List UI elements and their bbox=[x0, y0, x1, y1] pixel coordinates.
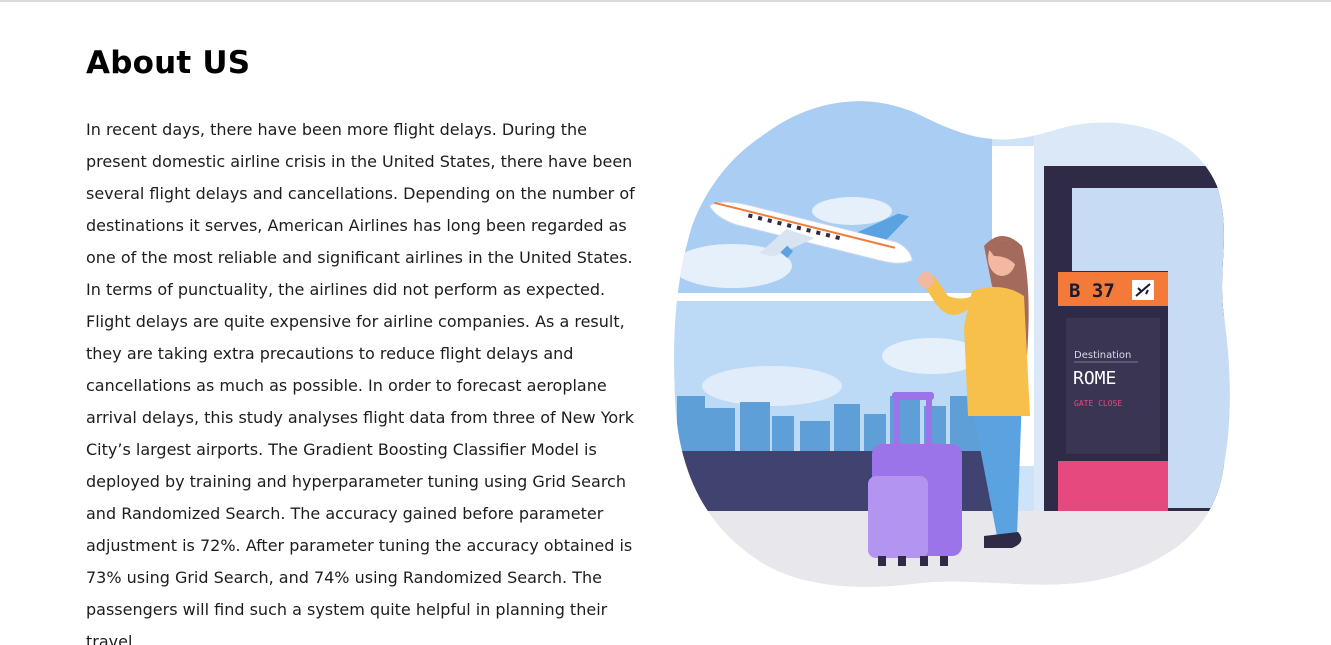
cloud bbox=[812, 197, 892, 225]
gate-label: B 37 bbox=[1069, 280, 1115, 302]
airport-illustration-svg: B 37 Destination ROME GATE CLOSE bbox=[674, 101, 1230, 587]
about-title: About US bbox=[86, 45, 251, 81]
about-section: About US In recent days, there have been… bbox=[86, 44, 646, 645]
cloud bbox=[702, 366, 842, 406]
board-heading: Destination bbox=[1074, 350, 1131, 361]
top-divider bbox=[0, 0, 1331, 2]
about-paragraph: In recent days, there have been more fli… bbox=[86, 120, 635, 645]
board-status: GATE CLOSE bbox=[1074, 399, 1122, 408]
airport-illustration: B 37 Destination ROME GATE CLOSE bbox=[672, 96, 1232, 590]
airplane-icon bbox=[1132, 280, 1154, 300]
board-city: ROME bbox=[1073, 368, 1116, 389]
